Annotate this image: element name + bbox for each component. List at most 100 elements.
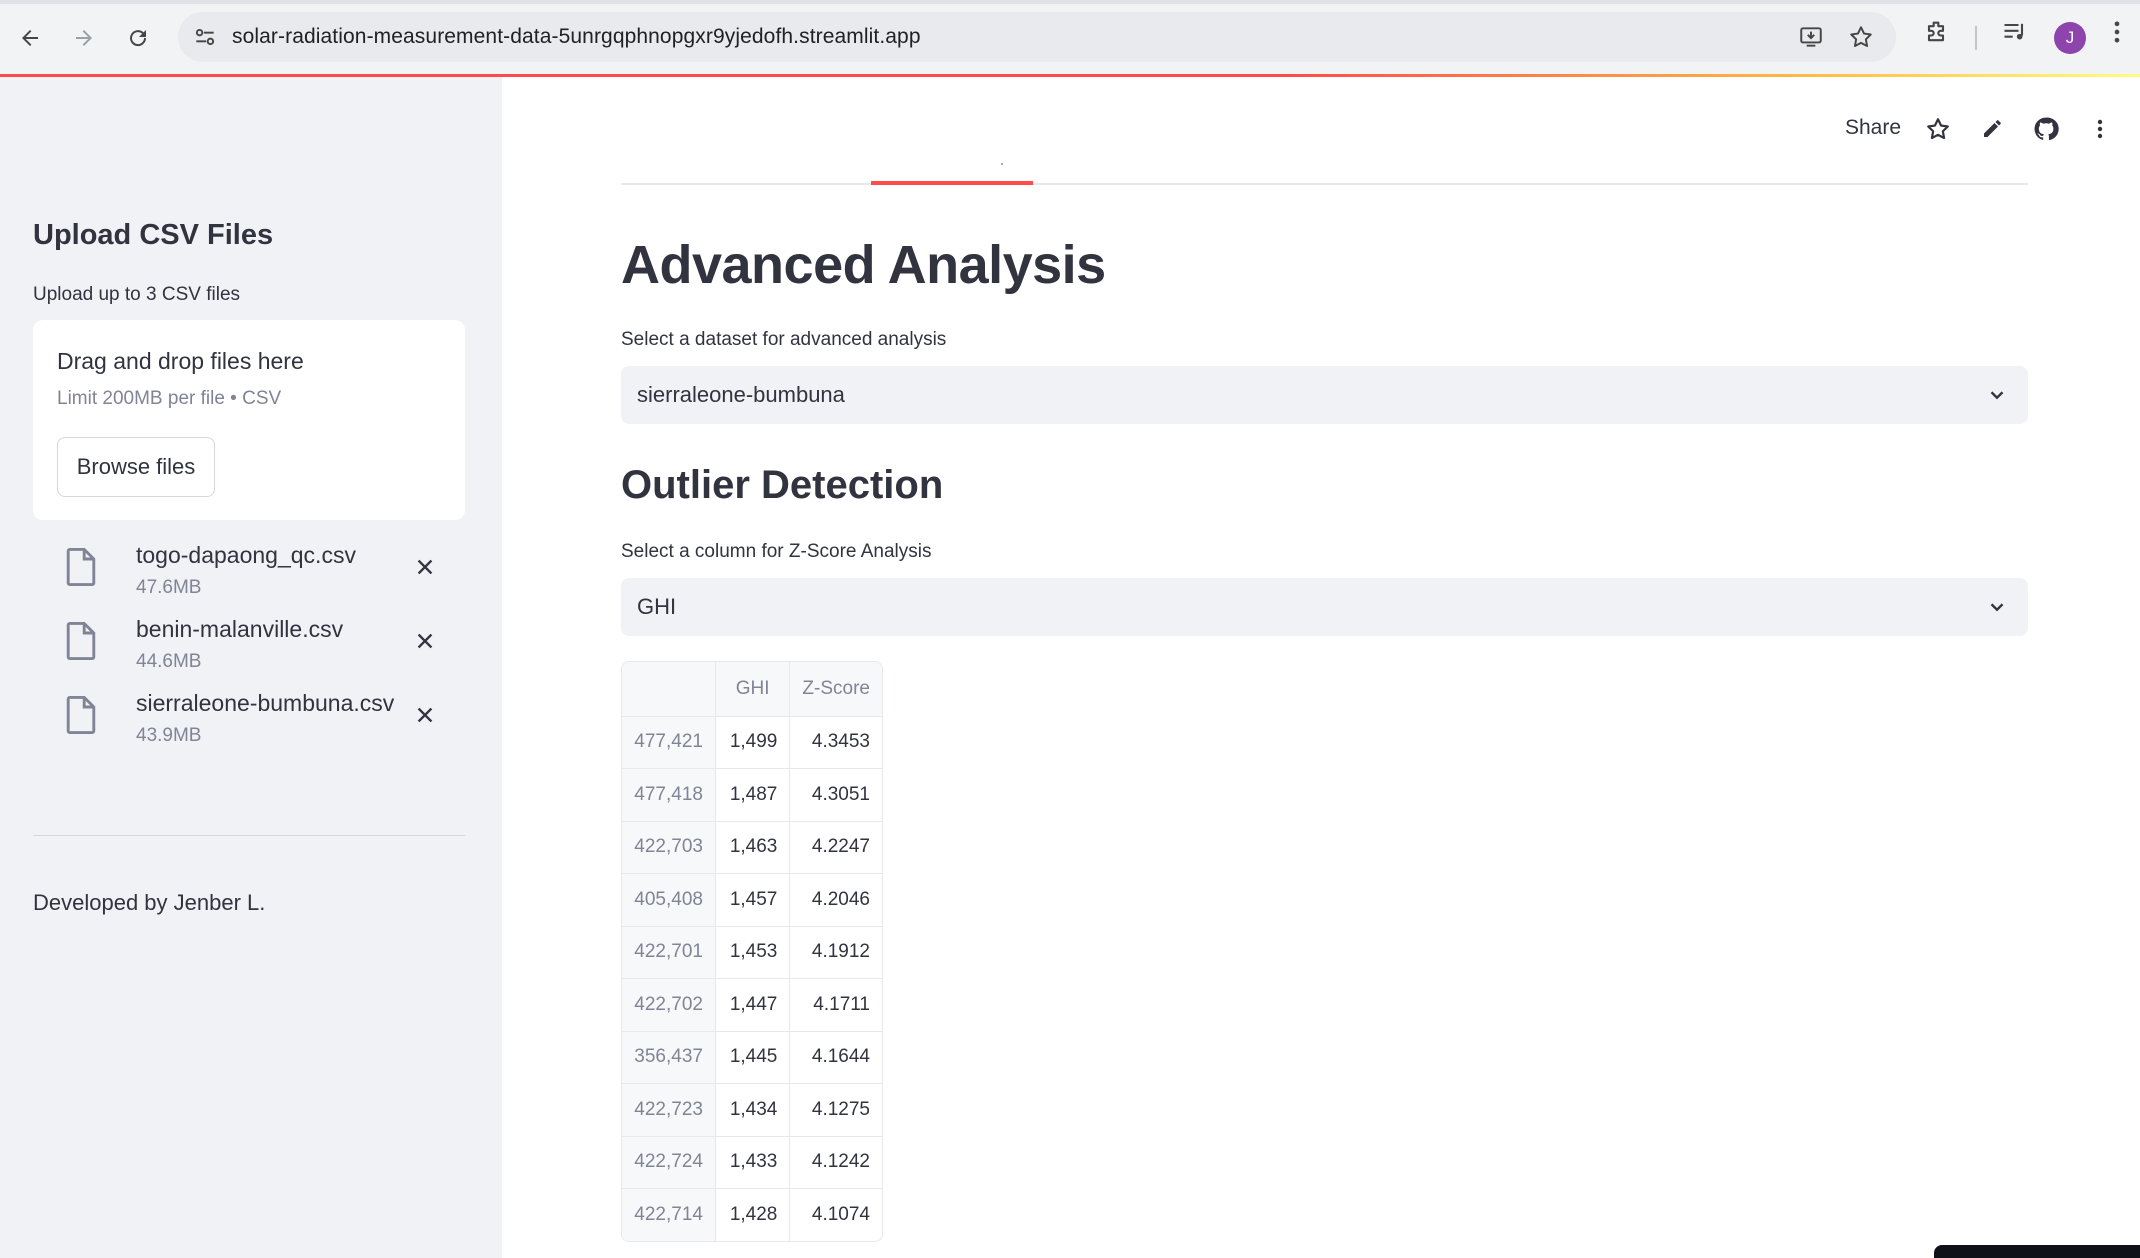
media-control-icon[interactable]: [2001, 18, 2029, 51]
table-row: 422,714 1,428 4.1074: [622, 1188, 882, 1242]
zscore-cell[interactable]: 4.2247: [789, 821, 882, 874]
close-icon: [417, 707, 433, 723]
uploaded-file-item: benin-malanville.csv 44.6MB: [33, 613, 465, 683]
favorite-star-icon[interactable]: [1923, 114, 1953, 144]
ghi-cell[interactable]: 1,499: [715, 716, 791, 769]
profile-avatar[interactable]: J: [2054, 22, 2086, 54]
share-button[interactable]: Share: [1845, 116, 1901, 140]
zscore-cell[interactable]: 4.3051: [789, 768, 882, 822]
row-index[interactable]: 477,418: [622, 768, 716, 822]
row-index[interactable]: 405,408: [622, 873, 716, 927]
forward-button[interactable]: [64, 18, 104, 58]
table-row: 405,408 1,457 4.2046: [622, 873, 882, 927]
zscore-cell[interactable]: 4.1275: [789, 1083, 882, 1137]
ghi-cell[interactable]: 1,447: [715, 978, 791, 1032]
table-row: 477,418 1,487 4.3051: [622, 768, 882, 822]
back-button[interactable]: [10, 18, 50, 58]
uploaded-file-item: togo-dapaong_qc.csv 47.6MB: [33, 539, 465, 609]
file-name: benin-malanville.csv: [136, 616, 344, 642]
edit-pencil-icon[interactable]: [1977, 114, 2007, 144]
file-size: 43.9MB: [136, 725, 202, 746]
zscore-cell[interactable]: 4.1242: [789, 1136, 882, 1189]
zscore-dataframe[interactable]: GHI Z-Score 477,421 1,499 4.3453 477,418 1,…: [621, 661, 883, 1242]
dataset-select-label: Select a dataset for advanced analysis: [621, 329, 947, 350]
arrow-right-icon: [76, 30, 92, 46]
zscore-cell[interactable]: 4.1644: [789, 1031, 882, 1084]
ghi-cell[interactable]: 1,428: [715, 1188, 791, 1241]
app-menu-icon[interactable]: [2085, 114, 2115, 144]
remove-file-button[interactable]: [409, 551, 441, 583]
ghi-cell[interactable]: 1,433: [715, 1136, 791, 1189]
extensions-icon[interactable]: [1922, 18, 1950, 51]
row-index[interactable]: 422,701: [622, 926, 716, 979]
file-size: 47.6MB: [136, 577, 202, 598]
ghi-cell[interactable]: 1,434: [715, 1083, 791, 1137]
row-index[interactable]: 422,702: [622, 978, 716, 1032]
arrow-left-icon: [22, 30, 38, 46]
zscore-cell[interactable]: 4.1912: [789, 926, 882, 979]
tab-label-fragment: [1001, 163, 1003, 165]
sidebar-title: Upload CSV Files: [33, 219, 274, 251]
zscore-cell[interactable]: 4.3453: [789, 716, 882, 769]
column-select-value: GHI: [637, 594, 677, 619]
table-row: 477,421 1,499 4.3453: [622, 716, 882, 769]
tab-bar: [621, 183, 2028, 185]
reload-button[interactable]: [118, 18, 158, 58]
remove-file-button[interactable]: [409, 699, 441, 731]
row-index[interactable]: 422,714: [622, 1188, 716, 1241]
toolbar-separator: [1975, 26, 1977, 50]
site-info-icon[interactable]: [192, 24, 218, 55]
row-index[interactable]: 356,437: [622, 1031, 716, 1084]
zscore-cell[interactable]: 4.1074: [790, 1189, 882, 1242]
ghi-cell[interactable]: 1,463: [715, 821, 791, 874]
chevron-down-icon: [1986, 384, 2008, 411]
install-app-icon[interactable]: [1798, 24, 1824, 55]
close-icon: [417, 559, 433, 575]
zscore-cell[interactable]: 4.1711: [789, 978, 882, 1032]
ghi-cell[interactable]: 1,457: [715, 873, 791, 927]
browser-toolbar: solar-radiation-measurement-data-5unrgqp…: [0, 0, 2140, 76]
row-index[interactable]: 422,724: [622, 1136, 716, 1189]
ghi-cell[interactable]: 1,487: [715, 768, 791, 822]
dataset-select-value: sierraleone-bumbuna: [637, 382, 845, 407]
row-index[interactable]: 477,421: [622, 716, 716, 769]
page-title: Advanced Analysis: [621, 235, 1106, 295]
column-header-index[interactable]: [622, 662, 716, 717]
dropzone-limit: Limit 200MB per file • CSV: [57, 388, 282, 409]
address-bar[interactable]: solar-radiation-measurement-data-5unrgqp…: [178, 12, 1896, 62]
column-header-zscore[interactable]: Z-Score: [789, 662, 882, 717]
table-row: 422,724 1,433 4.1242: [622, 1136, 882, 1189]
close-icon: [417, 633, 433, 649]
chevron-down-icon: [1986, 596, 2008, 623]
dataset-select[interactable]: sierraleone-bumbuna: [621, 366, 2028, 424]
github-icon[interactable]: [2031, 114, 2061, 144]
row-index[interactable]: 422,703: [622, 821, 716, 874]
table-row: 422,701 1,453 4.1912: [622, 926, 882, 979]
bookmark-star-icon[interactable]: [1848, 24, 1874, 55]
column-select[interactable]: GHI: [621, 578, 2028, 636]
table-row: 422,702 1,447 4.1711: [622, 978, 882, 1032]
row-index[interactable]: 422,723: [622, 1083, 716, 1137]
table-row: 422,703 1,463 4.2247: [622, 821, 882, 874]
active-tab-indicator[interactable]: [871, 181, 1033, 185]
browser-menu-icon[interactable]: [2112, 18, 2122, 51]
column-select-label: Select a column for Z-Score Analysis: [621, 541, 932, 562]
file-name: sierraleone-bumbuna.csv: [136, 690, 395, 716]
dropzone-title: Drag and drop files here: [57, 348, 304, 374]
column-header-ghi[interactable]: GHI: [715, 662, 791, 717]
table-header-row: GHI Z-Score: [622, 662, 882, 717]
file-dropzone[interactable]: Drag and drop files here Limit 200MB per…: [33, 320, 465, 520]
sidebar-divider: [33, 835, 465, 836]
file-uploader-label: Upload up to 3 CSV files: [33, 284, 241, 305]
browse-files-button[interactable]: Browse files: [57, 437, 215, 497]
ghi-cell[interactable]: 1,453: [715, 926, 791, 979]
url-text[interactable]: solar-radiation-measurement-data-5unrgqp…: [232, 25, 921, 49]
zscore-cell[interactable]: 4.2046: [789, 873, 882, 927]
ghi-cell[interactable]: 1,445: [715, 1031, 791, 1084]
file-size: 44.6MB: [136, 651, 202, 672]
table-row: 356,437 1,445 4.1644: [622, 1031, 882, 1084]
file-name: togo-dapaong_qc.csv: [136, 542, 356, 568]
remove-file-button[interactable]: [409, 625, 441, 657]
file-icon: [65, 547, 97, 592]
sidebar: Upload CSV Files Upload up to 3 CSV file…: [0, 77, 502, 1258]
